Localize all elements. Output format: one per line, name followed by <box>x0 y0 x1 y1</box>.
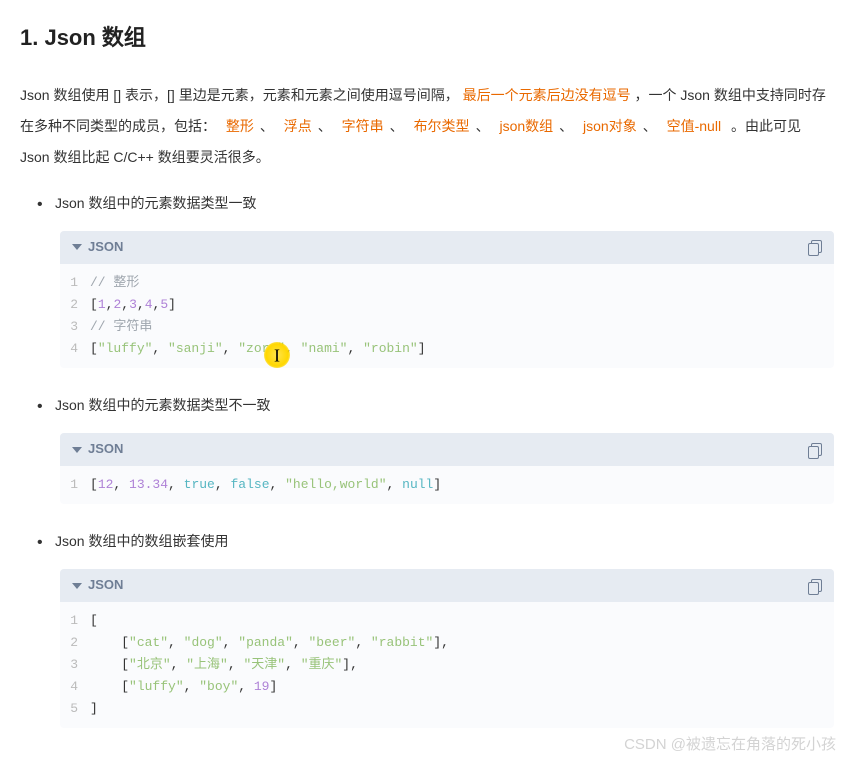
line-number: 3 <box>60 654 90 676</box>
code-line: [ <box>90 610 834 632</box>
code-line: ["luffy", "boy", 19] <box>90 676 834 698</box>
type-bool: 布尔类型 <box>414 118 470 134</box>
line-number: 1 <box>60 474 90 496</box>
code-header: JSON <box>60 231 834 264</box>
line-number: 1 <box>60 610 90 632</box>
copy-icon[interactable] <box>808 240 822 254</box>
code-header: JSON <box>60 433 834 466</box>
page-heading: 1. Json 数组 <box>20 20 834 55</box>
chevron-down-icon[interactable] <box>72 583 82 589</box>
line-number: 4 <box>60 676 90 698</box>
code-body: 1// 整形 2[1,2,3,4,5] 3// 字符串 4["luffy", "… <box>60 264 834 368</box>
intro-text-a: Json 数组使用 [] 表示，[] 里边是元素，元素和元素之间使用逗号间隔， <box>20 87 459 103</box>
copy-icon[interactable] <box>808 579 822 593</box>
code-comment: // 整形 <box>90 275 139 290</box>
copy-icon[interactable] <box>808 443 822 457</box>
line-number: 1 <box>60 272 90 294</box>
code-line: [1,2,3,4,5] <box>90 294 834 316</box>
code-lang-label: JSON <box>88 237 123 258</box>
code-line: ] <box>90 698 834 720</box>
code-body: 1[ 2 ["cat", "dog", "panda", "beer", "ra… <box>60 602 834 728</box>
code-line: ["luffy", "sanji", "zoro", "nami", "robi… <box>90 338 834 360</box>
line-number: 4 <box>60 338 90 360</box>
bullet-nested: Json 数组中的数组嵌套使用 <box>55 529 834 554</box>
type-float: 浮点 <box>284 118 312 134</box>
code-body: 1[12, 13.34, true, false, "hello,world",… <box>60 466 834 504</box>
line-number: 5 <box>60 698 90 720</box>
type-null: 空值-null <box>667 118 721 134</box>
code-lang-label: JSON <box>88 439 123 460</box>
chevron-down-icon[interactable] <box>72 447 82 453</box>
type-object: json对象 <box>583 118 637 134</box>
line-number: 2 <box>60 632 90 654</box>
code-line: ["cat", "dog", "panda", "beer", "rabbit"… <box>90 632 834 654</box>
code-block-3: JSON 1[ 2 ["cat", "dog", "panda", "beer"… <box>60 569 834 728</box>
bullet-same-type: Json 数组中的元素数据类型一致 <box>55 191 834 216</box>
type-string: 字符串 <box>342 118 384 134</box>
line-number: 3 <box>60 316 90 338</box>
intro-highlight: 最后一个元素后边没有逗号 <box>463 87 631 103</box>
watermark: CSDN @被遗忘在角落的死小孩 <box>624 733 836 757</box>
code-block-2: JSON 1[12, 13.34, true, false, "hello,wo… <box>60 433 834 504</box>
code-comment: // 字符串 <box>90 319 152 334</box>
bullet-diff-type: Json 数组中的元素数据类型不一致 <box>55 393 834 418</box>
code-header: JSON <box>60 569 834 602</box>
line-number: 2 <box>60 294 90 316</box>
type-array: json数组 <box>499 118 553 134</box>
intro-paragraph: Json 数组使用 [] 表示，[] 里边是元素，元素和元素之间使用逗号间隔， … <box>20 80 834 172</box>
code-line: [12, 13.34, true, false, "hello,world", … <box>90 474 834 496</box>
code-line: ["北京", "上海", "天津", "重庆"], <box>90 654 834 676</box>
type-int: 整形 <box>226 118 254 134</box>
code-lang-label: JSON <box>88 575 123 596</box>
chevron-down-icon[interactable] <box>72 244 82 250</box>
code-block-1: JSON 1// 整形 2[1,2,3,4,5] 3// 字符串 4["luff… <box>60 231 834 368</box>
